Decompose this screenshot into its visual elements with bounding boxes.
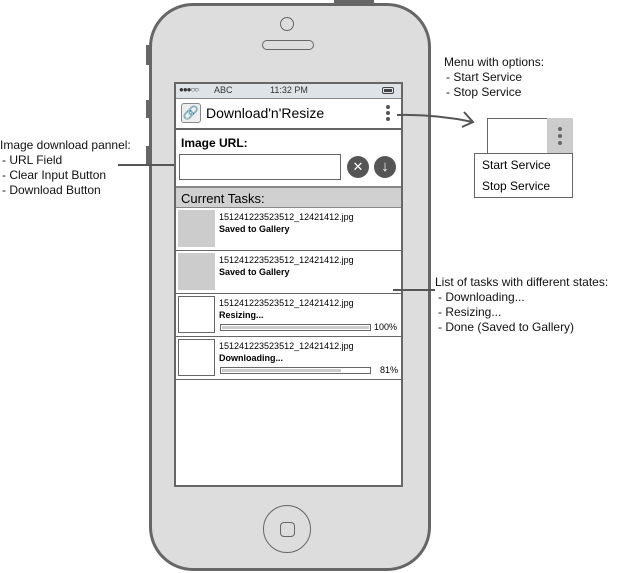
power-button — [334, 0, 374, 4]
annotation-menu: Menu with options: - Start Service - Sto… — [444, 55, 544, 100]
task-progress-label: 100% — [374, 322, 398, 332]
current-tasks-header: Current Tasks: — [176, 186, 401, 208]
annotation-title: List of tasks with different states: — [435, 275, 609, 289]
task-status: Resizing... — [219, 310, 264, 320]
annotation-item: - URL Field — [2, 153, 63, 167]
task-thumbnail-placeholder — [178, 339, 215, 376]
task-thumbnail — [178, 253, 215, 290]
annotation-item: - Resizing... — [438, 305, 502, 319]
annotation-connector — [118, 164, 174, 166]
battery-icon — [382, 87, 394, 94]
task-status: Saved to Gallery — [219, 267, 290, 277]
task-row[interactable]: 151241223523512_12421412.jpg Saved to Ga… — [176, 208, 401, 251]
phone-screen: ●●●○○ ABC 11:32 PM 🔗 Download'n'Resize I… — [174, 82, 403, 487]
volume-down-button — [146, 146, 150, 164]
home-button-icon — [280, 522, 295, 537]
task-thumbnail-placeholder — [178, 296, 215, 333]
mute-switch — [146, 45, 150, 65]
task-filename: 151241223523512_12421412.jpg — [219, 212, 354, 222]
annotation-title: Menu with options: — [444, 55, 545, 69]
app-bar: 🔗 Download'n'Resize — [176, 99, 401, 130]
annotation-item: - Clear Input Button — [2, 168, 107, 182]
task-status: Downloading... — [219, 353, 283, 363]
task-thumbnail — [178, 210, 215, 247]
earpiece-speaker — [262, 40, 314, 50]
link-icon: 🔗 — [181, 103, 201, 123]
app-title: Download'n'Resize — [206, 105, 325, 121]
task-progress-bar — [220, 324, 371, 331]
image-url-label: Image URL: — [181, 136, 248, 150]
menu-mock-kebab-icon[interactable] — [547, 118, 573, 154]
clear-input-button[interactable]: ✕ — [347, 156, 369, 178]
annotation-title: Image download pannel: — [0, 138, 131, 152]
close-circle-icon: ✕ — [352, 159, 364, 174]
annotation-item: - Download Button — [2, 183, 101, 197]
volume-up-button — [146, 100, 150, 118]
task-row[interactable]: 151241223523512_12421412.jpg Resizing...… — [176, 294, 401, 337]
annotation-item: - Start Service — [446, 70, 523, 84]
annotation-download-panel: Image download pannel: - URL Field - Cle… — [0, 138, 131, 198]
carrier-label: ABC — [214, 85, 233, 95]
annotation-connector — [393, 289, 435, 291]
clock: 11:32 PM — [270, 85, 308, 95]
task-filename: 151241223523512_12421412.jpg — [219, 298, 354, 308]
menu-item-start-service[interactable]: Start Service — [482, 158, 551, 172]
download-arrow-icon: ↓ — [381, 158, 389, 175]
options-menu: Start Service Stop Service — [474, 153, 573, 198]
annotation-item: - Stop Service — [446, 85, 522, 99]
task-progress-label: 81% — [380, 365, 399, 375]
status-bar: ●●●○○ ABC 11:32 PM — [176, 84, 401, 99]
task-status: Saved to Gallery — [219, 224, 290, 234]
kebab-menu-icon[interactable] — [383, 104, 393, 124]
progress-fill — [222, 326, 369, 329]
signal-icon: ●●●○○ — [179, 85, 199, 94]
task-progress-bar — [220, 367, 371, 374]
task-row[interactable]: 151241223523512_12421412.jpg Saved to Ga… — [176, 251, 401, 294]
annotation-arrow — [396, 111, 475, 128]
annotation-task-list: List of tasks with different states: - D… — [435, 275, 608, 335]
task-row[interactable]: 151241223523512_12421412.jpg Downloading… — [176, 337, 401, 380]
task-filename: 151241223523512_12421412.jpg — [219, 255, 354, 265]
front-camera — [280, 17, 294, 31]
download-button[interactable]: ↓ — [374, 156, 396, 178]
progress-fill — [222, 369, 342, 372]
url-input[interactable] — [179, 154, 341, 180]
annotation-item: - Downloading... — [438, 290, 525, 304]
annotation-item: - Done (Saved to Gallery) — [438, 320, 575, 334]
task-filename: 151241223523512_12421412.jpg — [219, 341, 354, 351]
menu-item-stop-service[interactable]: Stop Service — [482, 179, 550, 193]
